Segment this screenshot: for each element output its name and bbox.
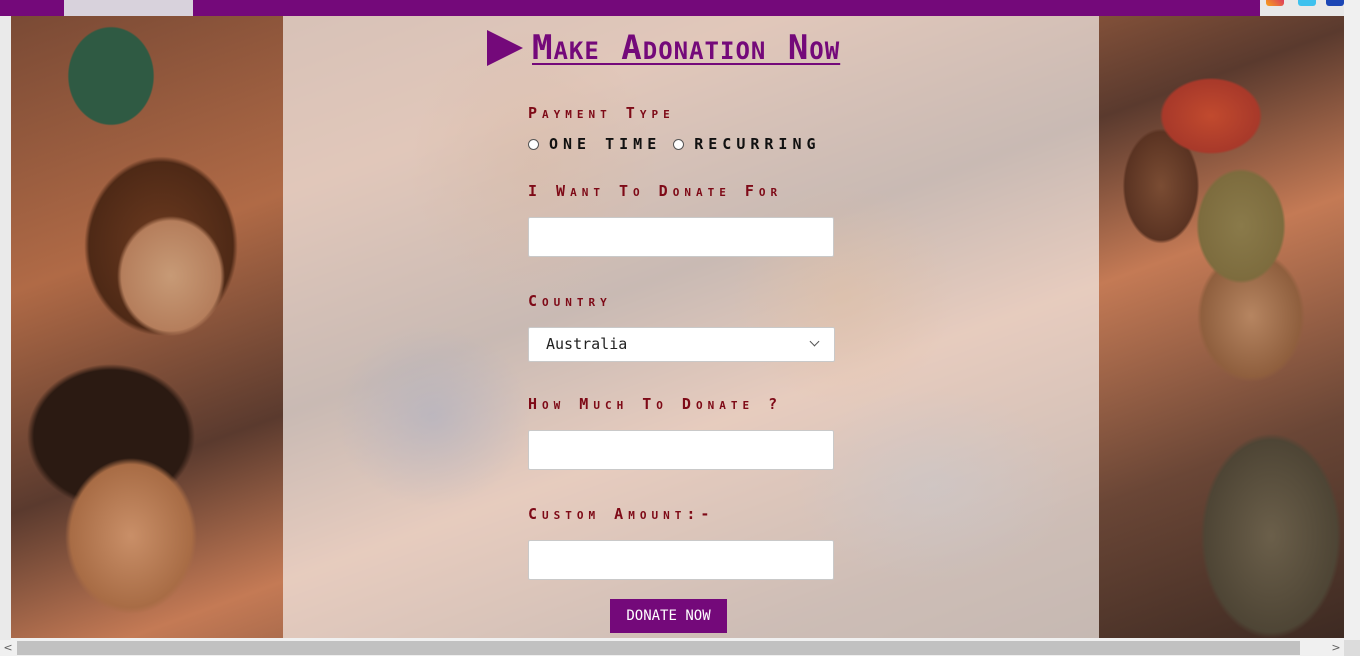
chevron-down-icon (809, 336, 820, 347)
instagram-icon[interactable] (1266, 0, 1284, 6)
scroll-right-button[interactable]: > (1328, 640, 1344, 656)
recurring-radio-label[interactable]: RECURRING (694, 135, 820, 153)
page-left-margin (0, 16, 11, 640)
country-select[interactable]: Australia (528, 327, 835, 362)
twitter-icon[interactable] (1298, 0, 1316, 6)
page-heading: Make Adonation Now (487, 26, 840, 70)
horizontal-scroll-thumb[interactable] (17, 641, 1300, 655)
one-time-radio[interactable] (528, 138, 539, 150)
payment-type-options: ONE TIME RECURRING (528, 135, 833, 153)
page-title: Make Adonation Now (532, 28, 841, 68)
one-time-radio-label[interactable]: ONE TIME (549, 135, 661, 153)
nav-tab-highlight[interactable] (64, 0, 193, 16)
payment-type-label: Payment Type (528, 104, 675, 122)
donate-for-input[interactable] (528, 217, 834, 257)
country-label: Country (528, 292, 612, 310)
top-navigation-bar (0, 0, 1344, 16)
scroll-left-button[interactable]: < (0, 640, 16, 656)
amount-input[interactable] (528, 430, 834, 470)
recurring-radio[interactable] (673, 138, 685, 150)
play-arrow-icon (487, 30, 523, 66)
amount-label: How Much To Donate ? (528, 395, 783, 413)
country-selected-value: Australia (546, 335, 628, 353)
browser-viewport: Make Adonation Now Payment Type ONE TIME… (0, 0, 1360, 656)
donate-now-button[interactable]: DONATE NOW (610, 599, 727, 633)
facebook-icon[interactable] (1326, 0, 1344, 6)
custom-amount-label: Custom Amount:- (528, 505, 715, 523)
custom-amount-input[interactable] (528, 540, 834, 580)
donate-for-label: I Want To Donate For (528, 182, 783, 200)
vertical-scrollbar[interactable] (1344, 0, 1360, 640)
scrollbar-corner (1344, 640, 1360, 656)
